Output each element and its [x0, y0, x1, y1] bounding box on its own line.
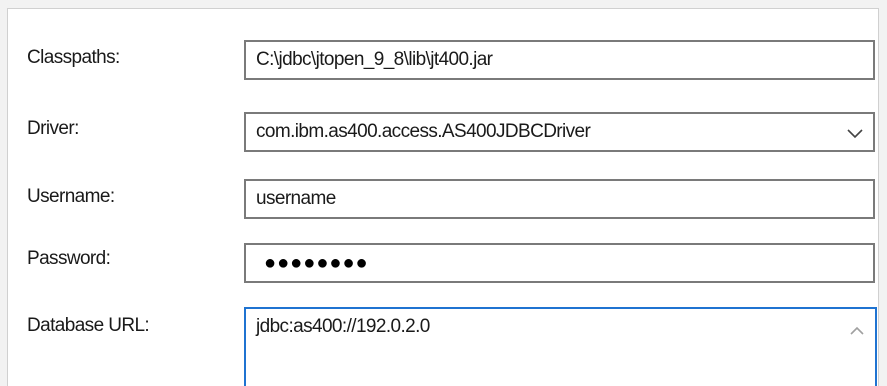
password-input[interactable]: ●●●●●●●● — [244, 243, 875, 283]
driver-label: Driver: — [27, 118, 79, 139]
username-value: username — [256, 188, 336, 209]
database-url-textarea[interactable]: jdbc:as400://192.0.2.0 — [244, 307, 877, 386]
driver-value: com.ibm.as400.access.AS400JDBCDriver — [256, 121, 591, 142]
username-input[interactable]: username — [244, 179, 875, 219]
classpaths-input[interactable]: C:\jdbc\jtopen_9_8\lib\jt400.jar — [244, 40, 875, 80]
classpaths-label: Classpaths: — [27, 47, 120, 68]
database-url-value: jdbc:as400://192.0.2.0 — [256, 316, 430, 337]
classpaths-value: C:\jdbc\jtopen_9_8\lib\jt400.jar — [256, 49, 493, 70]
database-url-label: Database URL: — [27, 315, 150, 336]
driver-dropdown[interactable]: com.ibm.as400.access.AS400JDBCDriver — [244, 112, 875, 152]
chevron-down-icon[interactable] — [845, 123, 865, 143]
scroll-up-arrow-icon[interactable] — [843, 317, 871, 345]
username-label: Username: — [27, 186, 115, 207]
password-label: Password: — [27, 248, 111, 269]
password-masked-value: ●●●●●●●● — [264, 252, 369, 274]
